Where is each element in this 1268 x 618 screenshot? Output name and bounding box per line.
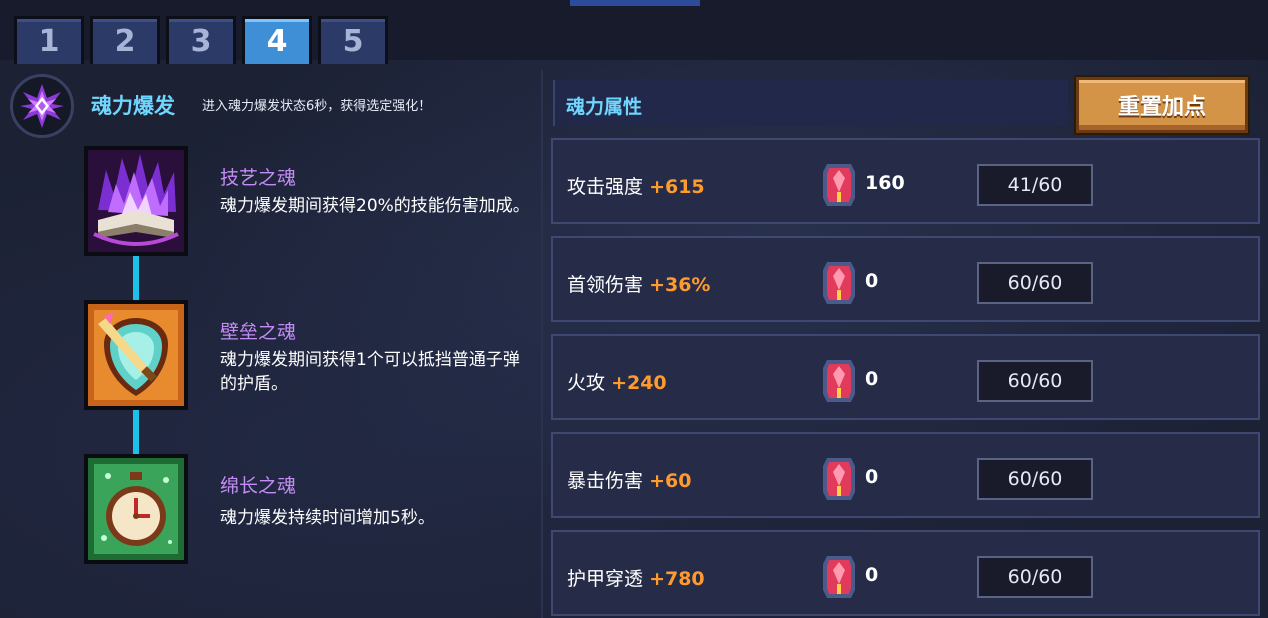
top-ornament xyxy=(570,0,700,6)
attribute-bonus: +36% xyxy=(649,274,711,296)
skill-name: 绵长之魂 xyxy=(220,475,297,497)
attribute-label: 护甲穿透 +780 xyxy=(567,564,705,591)
attribute-level[interactable]: 41/60 xyxy=(977,164,1093,206)
skill-name: 壁垒之魂 xyxy=(220,321,297,343)
attributes-title: 魂力属性 xyxy=(566,96,643,118)
attribute-level[interactable]: 60/60 xyxy=(977,458,1093,500)
attribute-row: 首领伤害 +36% 0 60/60 xyxy=(551,236,1260,322)
soul-burst-description: 进入魂力爆发状态6秒，获得选定强化！ xyxy=(202,99,432,114)
tab-2[interactable]: 2 xyxy=(90,16,160,64)
soul-burst-icon xyxy=(10,74,74,138)
gem-count: 0 xyxy=(865,270,879,292)
tab-4[interactable]: 4 xyxy=(242,16,312,64)
panel-divider xyxy=(541,70,543,618)
attribute-name: 暴击伤害 xyxy=(567,470,644,492)
skill-connector xyxy=(133,410,139,456)
attribute-label: 攻击强度 +615 xyxy=(567,172,705,199)
soul-gem-icon xyxy=(823,262,855,304)
tab-3[interactable]: 3 xyxy=(166,16,236,64)
skill-description: 魂力爆发期间获得20%的技能伤害加成。 xyxy=(220,196,530,216)
attribute-name: 火攻 xyxy=(567,372,606,394)
soul-gem-icon xyxy=(823,164,855,206)
soul-gem-icon xyxy=(823,360,855,402)
soul-gem-icon xyxy=(823,458,855,500)
attribute-level[interactable]: 60/60 xyxy=(977,262,1093,304)
clock-icon[interactable] xyxy=(84,454,188,564)
skill-description: 魂力爆发持续时间增加5秒。 xyxy=(220,508,435,528)
attribute-row: 暴击伤害 +60 0 60/60 xyxy=(551,432,1260,518)
skill-connector xyxy=(133,256,139,302)
gem-count: 0 xyxy=(865,368,879,390)
gem-count: 160 xyxy=(865,172,905,194)
attribute-name: 攻击强度 xyxy=(567,176,644,198)
soul-gem-icon xyxy=(823,556,855,598)
attribute-bonus: +240 xyxy=(611,372,667,394)
tab-5[interactable]: 5 xyxy=(318,16,388,64)
soul-burst-title: 魂力爆发 xyxy=(91,94,175,118)
skill-name: 技艺之魂 xyxy=(220,167,297,189)
attribute-bonus: +60 xyxy=(649,470,692,492)
shield-sword-icon[interactable] xyxy=(84,300,188,410)
gem-count: 0 xyxy=(865,564,879,586)
purple-flame-book-icon[interactable] xyxy=(84,146,188,256)
attribute-row: 火攻 +240 0 60/60 xyxy=(551,334,1260,420)
attribute-name: 首领伤害 xyxy=(567,274,644,296)
attribute-label: 暴击伤害 +60 xyxy=(567,466,691,493)
skill-description: 魂力爆发期间获得1个可以抵挡普通子弹的护盾。 xyxy=(220,350,520,394)
attribute-bonus: +615 xyxy=(649,176,705,198)
tab-1[interactable]: 1 xyxy=(14,16,84,64)
attribute-label: 火攻 +240 xyxy=(567,368,667,395)
attribute-label: 首领伤害 +36% xyxy=(567,270,710,297)
attribute-name: 护甲穿透 xyxy=(567,568,644,590)
reset-points-button[interactable]: 重置加点 xyxy=(1076,77,1248,133)
attribute-bonus: +780 xyxy=(649,568,705,590)
attribute-row: 护甲穿透 +780 0 60/60 xyxy=(551,530,1260,616)
attribute-row: 攻击强度 +615 160 41/60 xyxy=(551,138,1260,224)
gem-count: 0 xyxy=(865,466,879,488)
attribute-level[interactable]: 60/60 xyxy=(977,556,1093,598)
page-tabs: 1 2 3 4 5 xyxy=(14,16,388,66)
attribute-level[interactable]: 60/60 xyxy=(977,360,1093,402)
